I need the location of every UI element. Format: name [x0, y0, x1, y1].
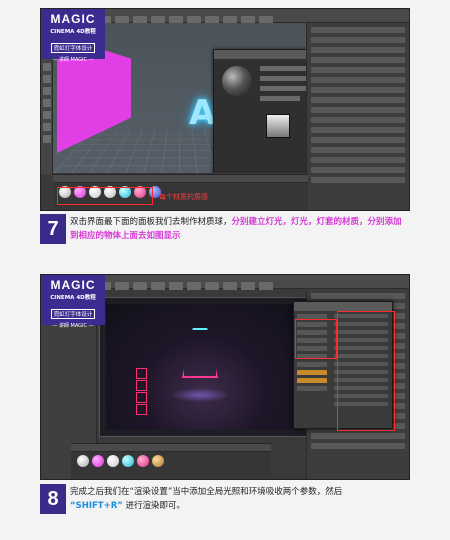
material-manager[interactable] — [71, 443, 271, 479]
brand-tagline: — 讲師 MAGIC — — [52, 323, 94, 329]
step8-caption: 8 完成之后我们在“渲染设置”当中添加全局光照和环境吸收两个参数，然后 “SHI… — [40, 484, 410, 524]
neon-cube — [136, 404, 147, 415]
material-editor-panel[interactable] — [213, 49, 308, 173]
step-text-end: 进行渲染即可。 — [125, 501, 186, 511]
step-text: 完成之后我们在“渲染设置”当中添加全局光照和环境吸收两个参数，然后 — [70, 487, 343, 497]
brand-tagline: — 讲師 MAGIC — — [52, 57, 94, 63]
brand-title: MAGIC — [50, 12, 96, 26]
magic-brand-badge: MAGIC CINEMA 4D教程 霓虹灯字体设计 — 讲師 MAGIC — — [41, 275, 105, 329]
c4d-screenshot-step7: A 每个材质的质感 MAGIC CINEMA 4D教程 霓虹灯字体设计 — 讲師… — [40, 8, 410, 211]
material-balls[interactable] — [71, 455, 271, 467]
neon-cube — [136, 392, 147, 403]
step-number: 8 — [40, 484, 66, 514]
magic-brand-badge: MAGIC CINEMA 4D教程 霓虹灯字体设计 — 讲師 MAGIC — — [41, 9, 105, 63]
neon-cube — [136, 368, 147, 379]
step-highlight: “SHIFT+R” — [70, 501, 123, 511]
brand-subtitle: 霓虹灯字体设计 — [50, 309, 96, 319]
timeline[interactable] — [71, 444, 271, 452]
brand-course: CINEMA 4D教程 — [50, 29, 96, 35]
neon-reflection — [170, 388, 230, 402]
brand-subtitle: 霓虹灯字体设计 — [50, 43, 96, 53]
render-viewport[interactable] — [99, 297, 309, 437]
material-highlight-box — [57, 187, 153, 205]
timeline[interactable] — [53, 175, 308, 183]
tutorial-page: A 每个材质的质感 MAGIC CINEMA 4D教程 霓虹灯字体设计 — 讲師… — [0, 0, 450, 540]
step7-caption: 7 双击界面最下面的面板我们去制作材质球，分别建立灯光，灯光，灯套的材质，分别添… — [40, 214, 410, 254]
neon-letter: A — [189, 93, 216, 133]
settings-highlight-box — [337, 311, 395, 431]
brand-title: MAGIC — [50, 278, 96, 292]
step-number: 7 — [40, 214, 66, 244]
step-description: 完成之后我们在“渲染设置”当中添加全局光照和环境吸收两个参数，然后 “SHIFT… — [70, 485, 410, 513]
render-settings-title — [294, 302, 392, 311]
material-editor-title — [214, 50, 308, 59]
attributes-panel[interactable] — [306, 23, 409, 210]
gi-ao-highlight-box — [295, 319, 337, 359]
texture-preview — [266, 114, 290, 138]
step-text: 双击界面最下面的面板我们去制作材质球， — [70, 217, 232, 227]
material-annotation: 每个材质的质感 — [159, 193, 208, 201]
c4d-screenshot-step8: MAGIC CINEMA 4D教程 霓虹灯字体设计 — 讲師 MAGIC — — [40, 274, 410, 480]
material-preview-sphere — [222, 66, 252, 96]
step-description: 双击界面最下面的面板我们去制作材质球，分别建立灯光，灯光，灯套的材质，分别添加到… — [70, 215, 410, 243]
brand-course: CINEMA 4D教程 — [50, 295, 96, 301]
neon-cube — [136, 380, 147, 391]
